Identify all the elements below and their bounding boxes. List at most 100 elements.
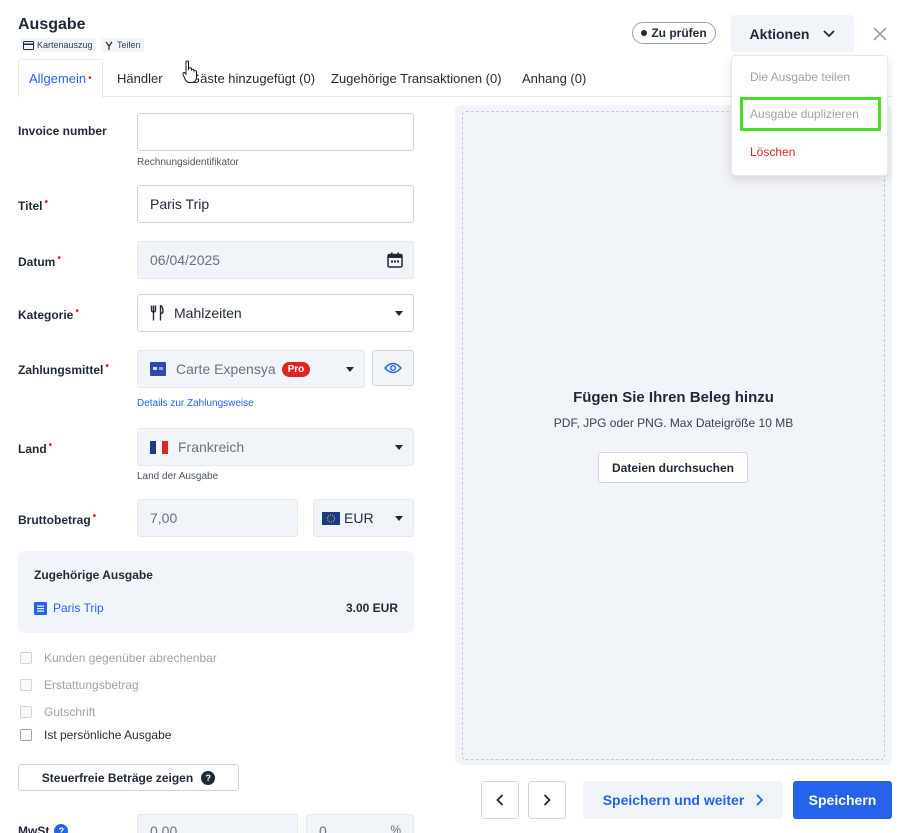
actions-label: Aktionen (749, 25, 810, 42)
related-expense-link[interactable]: Paris Trip (34, 601, 104, 615)
vat-help-icon[interactable]: ? (54, 824, 69, 833)
menu-item-duplicate-expense[interactable]: Ausgabe duplizieren (740, 97, 881, 131)
currency-select[interactable]: EUR (313, 499, 414, 537)
label-text: Bruttobetrag (18, 513, 91, 527)
chip-label: Kartenauszug (37, 40, 93, 50)
refund-checkbox[interactable] (20, 679, 32, 691)
gross-amount-label: Bruttobetrag • (18, 511, 96, 527)
personal-expense-checkbox[interactable] (20, 729, 32, 741)
browse-files-button[interactable]: Dateien durchsuchen (598, 452, 748, 483)
checkbox-label: Erstattungsbetrag (44, 678, 139, 692)
split-chip: Teilen (101, 38, 144, 52)
required-marker: • (105, 361, 109, 372)
checkbox-label: Kunden gegenüber abrechenbar (44, 651, 217, 665)
credit-note-checkbox[interactable] (20, 706, 32, 718)
payment-details-link[interactable]: Details zur Zahlungsweise (137, 398, 254, 409)
invoice-number-input[interactable] (137, 113, 414, 151)
caret-down-icon (395, 311, 403, 316)
category-value: Mahlzeiten (174, 305, 242, 321)
checkbox-label: Gutschrift (44, 705, 96, 719)
gross-amount-input[interactable]: 7,00 (137, 499, 298, 537)
save-button[interactable]: Speichern (793, 781, 892, 819)
category-select[interactable]: Mahlzeiten (137, 294, 414, 332)
view-payment-details-button[interactable] (372, 350, 414, 386)
tab-guests[interactable]: Gäste hinzugefügt (0) (190, 59, 315, 97)
required-marker: • (92, 511, 97, 522)
next-button[interactable] (528, 781, 566, 819)
vat-percent-input[interactable]: 0 % (306, 814, 414, 833)
label-text: Titel (18, 199, 43, 213)
previous-button[interactable] (481, 781, 519, 819)
credit-note-checkbox-row[interactable]: Gutschrift (20, 705, 95, 719)
close-button[interactable] (870, 24, 890, 44)
required-marker: • (48, 440, 53, 451)
tab-label: Anhang (0) (522, 70, 587, 86)
refund-checkbox-row[interactable]: Erstattungsbetrag (20, 678, 139, 692)
tab-label: Zugehörige Transaktionen (0) (331, 70, 502, 86)
upload-subtitle: PDF, JPG oder PNG. Max Dateigröße 10 MB (553, 416, 794, 430)
document-icon (34, 601, 47, 615)
button-label: Speichern und weiter (602, 792, 745, 808)
tab-merchant[interactable]: Händler (117, 59, 163, 97)
checkbox-label: Ist persönliche Ausgabe (44, 728, 172, 742)
split-icon (105, 41, 113, 50)
date-value: 06/04/2025 (150, 252, 221, 268)
label-text: MwSt (18, 824, 50, 833)
required-marker: • (75, 306, 79, 317)
eye-icon (384, 362, 402, 374)
help-icon: ? (201, 770, 216, 785)
tab-label: Allgemein (29, 70, 87, 86)
country-label: Land • (18, 440, 52, 456)
invoice-number-hint: Rechnungsidentifikator (137, 157, 239, 168)
payment-method-label: Zahlungsmittel • (18, 361, 109, 377)
tab-label: Gäste hinzugefügt (0) (190, 70, 316, 86)
payment-method-select[interactable]: Carte Expensya Pro (137, 350, 365, 388)
country-value: Frankreich (178, 439, 245, 455)
billable-checkbox-row[interactable]: Kunden gegenüber abrechenbar (20, 651, 217, 665)
date-input[interactable]: 06/04/2025 (137, 241, 414, 279)
country-select[interactable]: Frankreich (137, 428, 414, 466)
vat-percent-value: 0 (319, 823, 327, 833)
date-label: Datum • (18, 253, 61, 269)
chevron-right-icon (543, 794, 551, 806)
chevron-down-icon (823, 29, 836, 37)
billable-checkbox[interactable] (20, 652, 32, 664)
calendar-icon[interactable] (387, 252, 403, 268)
vat-amount-input[interactable]: 0,00 (137, 814, 298, 833)
caret-down-icon (395, 516, 403, 521)
tab-label: Händler (117, 70, 163, 86)
related-expense-card: Zugehörige Ausgabe Paris Trip 3.00 EUR (18, 551, 414, 633)
personal-expense-checkbox-row[interactable]: Ist persönliche Ausgabe (20, 728, 171, 742)
related-expense-title: Zugehörige Ausgabe (34, 568, 153, 582)
actions-menu: Die Ausgabe teilen Ausgabe duplizieren L… (731, 55, 888, 176)
required-marker: • (88, 72, 92, 84)
invoice-number-label: Invoice number (18, 124, 107, 138)
required-marker: • (44, 197, 48, 208)
card-statement-chip: Kartenauszug (20, 38, 96, 52)
currency-value: EUR (344, 510, 374, 526)
status-label: Zu prüfen (651, 26, 707, 40)
receipt-dropzone[interactable] (462, 111, 885, 760)
status-badge[interactable]: Zu prüfen (632, 22, 716, 44)
vat-label: MwSt ? (18, 824, 69, 833)
tab-attachment[interactable]: Anhang (0) (522, 59, 586, 97)
save-and-next-button[interactable]: Speichern und weiter (583, 781, 783, 819)
page-title: Ausgabe (18, 16, 86, 33)
show-tax-free-amounts-button[interactable]: Steuerfreie Beträge zeigen ? (18, 764, 239, 791)
close-icon (873, 27, 887, 41)
tab-general[interactable]: Allgemein • (18, 59, 103, 98)
vat-percent-unit: % (390, 823, 401, 833)
hand-cursor-icon (182, 60, 197, 83)
country-hint: Land der Ausgabe (137, 471, 219, 482)
menu-item-share-expense[interactable]: Die Ausgabe teilen (740, 60, 881, 94)
menu-item-delete[interactable]: Löschen (740, 135, 881, 169)
chevron-left-icon (496, 794, 504, 806)
title-input[interactable]: Paris Trip (137, 185, 414, 223)
actions-button[interactable]: Aktionen (731, 15, 854, 52)
tab-related-transactions[interactable]: Zugehörige Transaktionen (0) (331, 59, 502, 97)
label-text: Kategorie (18, 308, 74, 322)
chip-label: Teilen (117, 40, 141, 50)
upload-title: Fügen Sie Ihren Beleg hinzu (573, 389, 774, 406)
company-card-icon (150, 362, 166, 376)
required-marker: • (57, 253, 61, 264)
